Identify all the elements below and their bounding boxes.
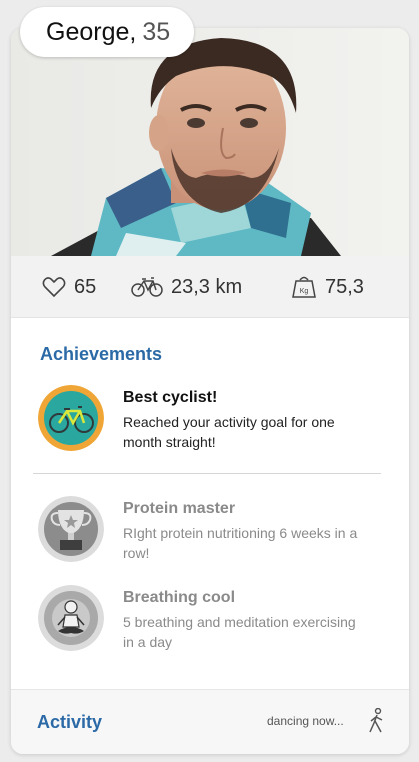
achievement-breathing-cool[interactable]: Breathing cool 5 breathing and meditatio… <box>38 585 388 655</box>
likes-count: 65 <box>74 275 97 298</box>
heart-icon <box>42 277 66 298</box>
meditation-icon <box>38 585 104 651</box>
achievement-protein-master[interactable]: Protein master RIght protein nutritionin… <box>38 496 388 566</box>
stats-bar: 65 23,3 km Kg 75,3 <box>11 256 409 318</box>
activity-status: dancing now... <box>267 714 344 728</box>
likes-stat[interactable]: 65 <box>42 256 96 318</box>
weight-icon: Kg <box>292 276 316 298</box>
distance-value: 23,3 km <box>171 275 243 298</box>
name-separator: , <box>129 17 137 46</box>
profile-age: 35 <box>142 17 171 46</box>
activity-title: Activity <box>37 712 103 732</box>
weight-stat: Kg 75,3 <box>291 256 364 318</box>
achievement-description: 5 breathing and meditation exercising in… <box>123 614 356 650</box>
achievement-title: Best cyclist! <box>123 389 218 406</box>
achievement-best-cyclist[interactable]: Best cyclist! Reached your activity goal… <box>38 385 388 455</box>
profile-photo <box>11 28 409 256</box>
achievements-title: Achievements <box>40 344 163 364</box>
profile-card: 65 23,3 km Kg 75,3 Achievements Best cyc… <box>11 28 409 754</box>
distance-stat: 23,3 km <box>131 256 242 318</box>
achievement-title: Breathing cool <box>123 589 236 606</box>
trophy-icon <box>38 496 104 562</box>
achievement-description: RIght protein nutritioning 6 weeks in a … <box>123 525 358 561</box>
bicycle-icon <box>38 385 104 451</box>
bicycle-icon <box>131 277 163 297</box>
achievements-divider <box>33 473 381 474</box>
achievement-description: Reached your activity goal for one month… <box>123 414 335 450</box>
weight-icon-label: Kg <box>300 288 309 295</box>
profile-name: George <box>46 17 130 46</box>
weight-value: 75,3 <box>325 275 364 298</box>
achievement-title: Protein master <box>123 500 236 517</box>
activity-bar[interactable]: Activity dancing now... <box>11 689 409 754</box>
walking-icon <box>369 708 383 733</box>
profile-name-pill: George, 35 <box>20 7 195 57</box>
